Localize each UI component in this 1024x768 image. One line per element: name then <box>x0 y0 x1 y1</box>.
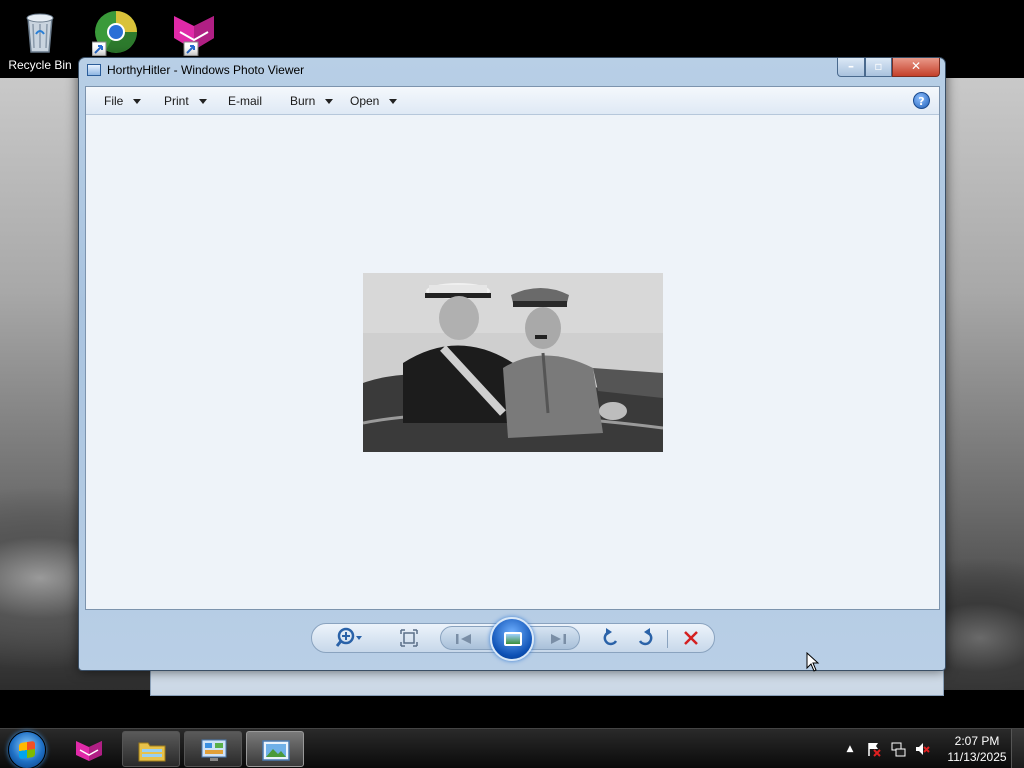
actual-size-button[interactable] <box>392 624 426 652</box>
title-bar[interactable]: HorthyHitler - Windows Photo Viewer – ▫ … <box>79 58 945 84</box>
chevron-down-icon <box>198 99 207 105</box>
chevron-down-icon <box>325 99 334 105</box>
previous-button[interactable] <box>447 625 481 653</box>
desktop-icon-recycle-bin[interactable]: Recycle Bin <box>2 4 78 72</box>
menu-file[interactable]: File <box>104 94 142 108</box>
volume-muted-icon[interactable] <box>914 741 930 757</box>
app-cube-icon <box>170 8 218 57</box>
browser-icon <box>91 8 140 57</box>
chevron-down-icon <box>133 99 142 105</box>
menu-print[interactable]: Print <box>164 94 207 108</box>
slideshow-icon <box>504 632 522 646</box>
photo-viewer-window: HorthyHitler - Windows Photo Viewer – ▫ … <box>78 57 946 671</box>
next-button[interactable] <box>541 625 575 653</box>
clock-date[interactable]: 11/13/2025 <box>940 750 1014 764</box>
desktop-icon-label: Recycle Bin <box>8 58 72 72</box>
clock-time[interactable]: 2:07 PM <box>940 734 1014 748</box>
close-icon: ✕ <box>910 59 922 73</box>
help-icon[interactable]: ? <box>913 92 930 109</box>
recycle-bin-icon <box>16 8 64 56</box>
zoom-icon <box>335 627 362 647</box>
menu-bar: File Print E-mail Burn Open ? <box>86 87 939 115</box>
rotate-counterclockwise-button[interactable] <box>594 624 628 652</box>
controls-group <box>311 617 715 661</box>
minimize-button[interactable]: – <box>837 58 865 77</box>
taskbar-app-cube[interactable] <box>60 731 118 767</box>
minimize-icon: – <box>848 59 854 73</box>
maximize-button[interactable]: ▫ <box>865 58 892 77</box>
photo-viewer-icon <box>87 64 101 76</box>
rotate-counterclockwise-icon <box>603 628 618 646</box>
rotate-clockwise-icon <box>638 628 653 646</box>
slideshow-button[interactable] <box>490 617 534 661</box>
show-desktop-button[interactable] <box>1011 729 1024 768</box>
fit-window-icon <box>400 629 418 647</box>
zoom-button[interactable] <box>328 624 372 652</box>
taskbar-file-explorer[interactable] <box>122 731 180 767</box>
folder-icon <box>138 742 166 762</box>
menu-burn[interactable]: Burn <box>290 94 334 108</box>
desktop-icon-app[interactable] <box>156 4 232 58</box>
start-button[interactable] <box>8 731 46 768</box>
taskbar-photo-viewer[interactable] <box>246 731 304 767</box>
previous-icon <box>456 634 471 644</box>
window-title: HorthyHitler - Windows Photo Viewer <box>107 63 305 77</box>
system-tray: ▲ 2:07 PM 11/13/2025 <box>840 729 1024 768</box>
displayed-photo <box>363 273 663 452</box>
taskbar: ▲ 2:07 PM 11/13/2025 <box>0 728 1024 768</box>
delete-button[interactable] <box>674 624 708 652</box>
taskbar-control-panel[interactable] <box>184 731 242 767</box>
desktop: Recycle Bin HorthyHitler - Windows Photo… <box>0 0 1024 728</box>
photo-viewer-icon <box>262 740 290 761</box>
control-divider <box>667 630 668 648</box>
rotate-clockwise-button[interactable] <box>628 624 662 652</box>
chevron-down-icon <box>389 99 398 105</box>
action-center-icon[interactable] <box>866 741 882 757</box>
show-hidden-icons-button[interactable]: ▲ <box>842 741 858 757</box>
app-cube-icon <box>76 741 102 761</box>
menu-open[interactable]: Open <box>350 94 398 108</box>
menu-email[interactable]: E-mail <box>228 94 262 108</box>
windows-logo-icon <box>19 740 35 760</box>
delete-icon <box>684 631 698 645</box>
window-client-area: File Print E-mail Burn Open ? <box>85 86 940 610</box>
close-button[interactable]: ✕ <box>892 58 940 77</box>
network-icon[interactable] <box>890 741 906 757</box>
desktop-icon-browser[interactable] <box>78 4 154 58</box>
photo-display-area[interactable] <box>86 116 939 609</box>
control-panel-icon <box>201 739 227 761</box>
mouse-cursor-icon <box>806 652 820 672</box>
next-icon <box>551 634 566 644</box>
maximize-icon: ▫ <box>874 59 883 73</box>
